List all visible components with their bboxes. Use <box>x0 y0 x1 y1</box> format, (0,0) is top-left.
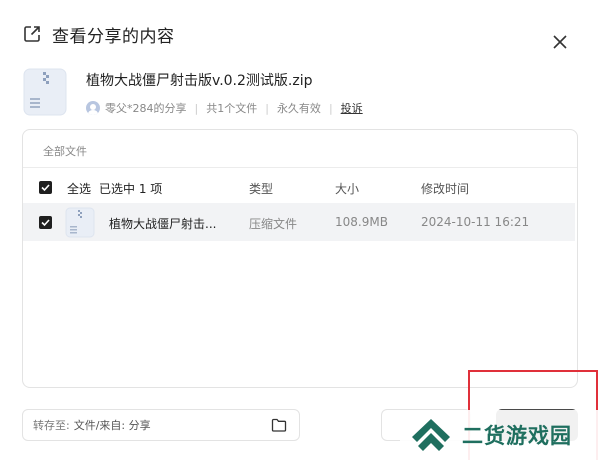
watermark-logo-icon <box>412 419 450 451</box>
avatar <box>86 101 100 115</box>
dialog-header: 查看分享的内容 <box>22 20 175 48</box>
check-icon <box>41 219 50 227</box>
save-to-picker[interactable]: 转存至: 文件/来自: 分享 <box>22 409 300 441</box>
zip-file-icon <box>65 207 95 238</box>
file-count: 共1个文件 <box>206 102 258 115</box>
select-all-checkbox[interactable] <box>39 181 52 194</box>
column-header-size: 大小 <box>335 182 360 196</box>
divider: | <box>194 101 199 115</box>
row-file-name: 植物大战僵尸射击... <box>109 217 217 231</box>
list-header: 全选 已选中 1 项 类型 大小 修改时间 <box>23 174 577 202</box>
shared-file-info: 植物大战僵尸射击版v.0.2测试版.zip 零父*284的分享 | 共1个文件 … <box>22 68 363 118</box>
sharer-name: 零父*284的分享 <box>105 102 187 115</box>
divider <box>23 167 577 168</box>
breadcrumb[interactable]: 全部文件 <box>43 143 87 159</box>
check-icon <box>41 184 50 192</box>
validity: 永久有效 <box>276 102 321 115</box>
share-dialog: 查看分享的内容 植物大战僵尸射击版v.0.2测试版.zip 零父*284的分享 … <box>0 0 600 460</box>
row-checkbox[interactable] <box>39 216 52 229</box>
dialog-title: 查看分享的内容 <box>52 26 175 47</box>
zip-file-icon <box>23 68 67 116</box>
divider: | <box>328 101 333 115</box>
selected-count: 已选中 1 项 <box>99 182 163 196</box>
column-header-type: 类型 <box>249 182 274 196</box>
row-file-time: 2024-10-11 16:21 <box>421 215 530 229</box>
folder-icon[interactable] <box>271 418 287 432</box>
row-file-size: 108.9MB <box>335 215 388 229</box>
row-file-type: 压缩文件 <box>249 217 298 231</box>
save-to-path: 文件/来自: 分享 <box>73 419 151 432</box>
external-share-icon <box>24 26 40 42</box>
column-header-time: 修改时间 <box>421 182 470 196</box>
file-name: 植物大战僵尸射击版v.0.2测试版.zip <box>86 73 313 89</box>
save-to-label: 转存至: <box>33 419 70 432</box>
watermark: 二货游戏园 <box>400 410 600 460</box>
divider: | <box>265 101 269 115</box>
report-link[interactable]: 投诉 <box>341 100 363 116</box>
close-icon[interactable] <box>550 32 570 52</box>
watermark-text: 二货游戏园 <box>462 424 572 448</box>
table-row[interactable]: 植物大战僵尸射击... 压缩文件 108.9MB 2024-10-11 16:2… <box>23 203 575 241</box>
select-all-label[interactable]: 全选 <box>67 180 91 197</box>
file-list: 全部文件 全选 已选中 1 项 类型 大小 修改时间 植物大战僵尸射击... 压… <box>22 129 578 388</box>
